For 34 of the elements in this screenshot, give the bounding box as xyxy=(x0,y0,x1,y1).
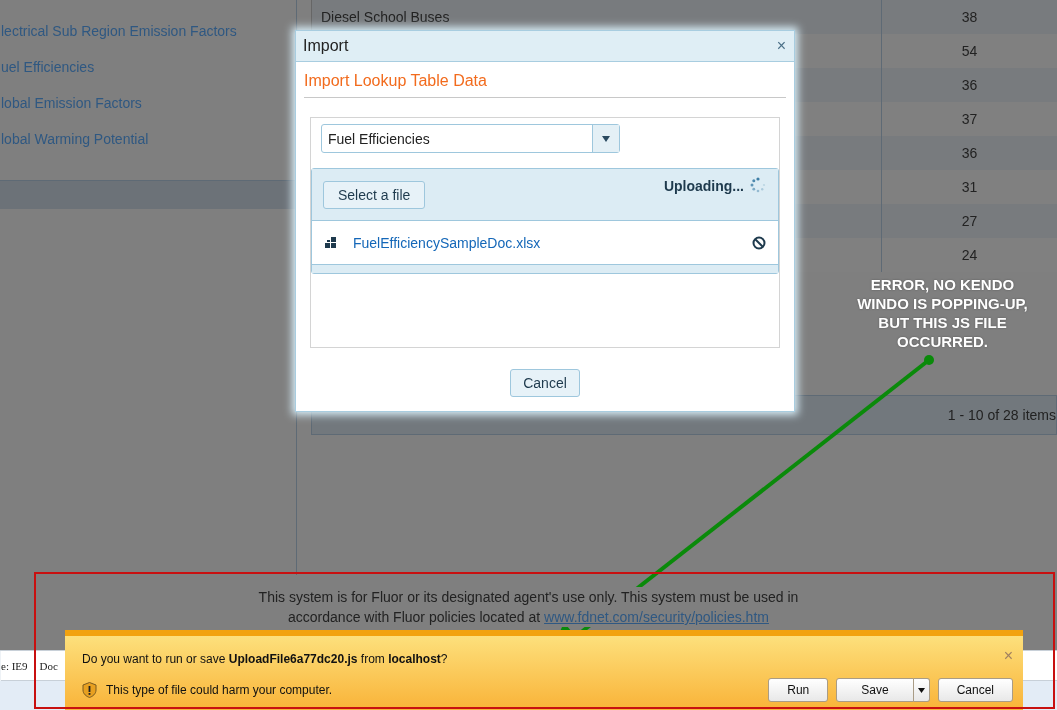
table-cell: 38 xyxy=(961,9,978,25)
run-button[interactable]: Run xyxy=(768,678,829,702)
pager-summary: 1 - 10 of 28 items xyxy=(947,407,1056,423)
annotation-text: ERROR, NO KENDO WINDO IS POPPING-UP, BUT THIS JS FILE OCCURRED. xyxy=(856,275,1029,351)
cancel-upload-icon[interactable] xyxy=(752,235,766,250)
upload-status: Uploading... xyxy=(663,178,744,194)
table-cell: 37 xyxy=(961,111,978,127)
warning-text: This type of file could harm your computer. xyxy=(106,683,333,697)
table-cell: Diesel School Buses xyxy=(321,9,450,25)
close-button[interactable]: × xyxy=(776,37,786,55)
table-dropdown[interactable]: Fuel Efficiencies xyxy=(321,124,620,153)
cancel-button[interactable]: Cancel xyxy=(937,678,1013,702)
table-cell: 54 xyxy=(961,43,978,59)
download-prompt: Do you want to run or save UploadFile6a77dc20.js from localhost? xyxy=(82,652,448,666)
devtools-tab[interactable]: e: IE9 xyxy=(1,659,28,672)
footer-text: This system is for Fluor or its designated agent's use only. This system must be used in xyxy=(258,587,799,607)
spinner-icon xyxy=(750,177,766,193)
caret-icon xyxy=(917,687,925,693)
devtools-tab[interactable]: Doc xyxy=(39,659,58,672)
file-name[interactable]: FuelEfficiencySampleDoc.xlsx xyxy=(353,234,541,251)
table-cell: 36 xyxy=(961,77,978,93)
select-file-button[interactable]: Select a file xyxy=(323,181,426,209)
save-button[interactable]: Save xyxy=(836,678,914,702)
dialog-heading: Import Lookup Table Data xyxy=(304,62,786,98)
table-cell: 36 xyxy=(961,145,978,161)
footer-text: accordance with Fluor policies located at www.fdnet.com/security/policies.htm xyxy=(288,607,769,627)
dialog-title: Import xyxy=(303,37,349,55)
cancel-button[interactable]: Cancel xyxy=(510,369,580,397)
table-cell: 24 xyxy=(961,247,978,263)
dropdown-button[interactable] xyxy=(592,125,619,152)
file-icon xyxy=(325,237,336,248)
table-cell: 31 xyxy=(961,179,978,195)
shield-warning-icon xyxy=(82,682,97,698)
table-cell: 27 xyxy=(961,213,978,229)
